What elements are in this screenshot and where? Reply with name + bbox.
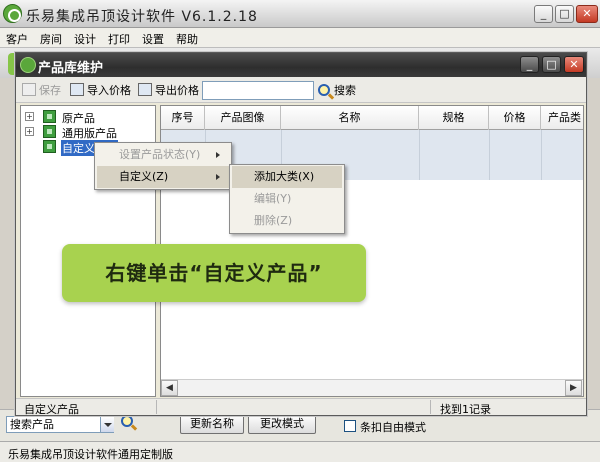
close-icon[interactable]: ✕ [576,5,598,23]
context-submenu: 添加大类(X) 编辑(Y) 删除(Z) [229,164,345,234]
scroll-left-icon[interactable]: ◀ [161,380,178,396]
menu-help[interactable]: 帮助 [176,31,198,47]
import-icon [70,83,84,96]
menu-customer[interactable]: 客户 [6,31,28,47]
expand-icon[interactable]: + [25,112,34,121]
dialog-logo-icon [20,57,36,73]
dialog-minimize-icon[interactable]: _ [520,56,539,73]
context-menu: 设置产品状态(Y) 自定义(Z) [94,142,232,190]
import-price-button[interactable]: 导入价格 [70,82,131,98]
menu-print[interactable]: 打印 [108,31,130,47]
export-icon [138,83,152,96]
submenu-arrow-icon [216,152,223,158]
instruction-callout: 右键单击“自定义产品” [62,244,366,302]
status-category: 自定义产品 [24,403,79,416]
search-input[interactable] [202,81,314,100]
folder-icon [43,125,56,138]
col-header-image[interactable]: 产品图像 [205,106,281,130]
grid-header: 序号 产品图像 名称 规格 价格 产品类 [161,106,583,130]
menu-item-set-status[interactable]: 设置产品状态(Y) [97,144,229,166]
col-header-index[interactable]: 序号 [161,106,205,130]
dialog-title-bar: 产品库维护 _ □ ✕ [16,53,586,77]
menu-item-custom[interactable]: 自定义(Z) [97,166,229,188]
col-header-price[interactable]: 价格 [489,106,541,130]
save-button[interactable]: 保存 [22,82,61,98]
maximize-icon[interactable]: □ [555,5,574,23]
main-title-bar: 乐易集成吊顶设计软件 V6.1.2.18 _ □ ✕ [0,0,600,28]
expand-icon[interactable]: + [25,127,34,136]
search-button[interactable]: 搜索 [318,82,356,98]
search-icon[interactable] [121,415,137,428]
menu-room[interactable]: 房间 [40,31,62,47]
folder-icon [43,110,56,123]
app-title: 乐易集成吊顶设计软件 V6.1.2.18 [26,9,258,25]
dialog-maximize-icon[interactable]: □ [542,56,561,73]
tree-item-original[interactable]: + 原产品 [25,110,145,125]
free-mode-label: 条扣自由模式 [360,421,426,434]
chevron-down-icon[interactable] [100,417,114,432]
product-library-dialog: 产品库维护 _ □ ✕ 保存 导入价格 导出价格 搜索 + 原产品 + 通用版产… [15,52,587,416]
product-search-combo[interactable]: 搜索产品 [6,416,114,433]
export-price-button[interactable]: 导出价格 [138,82,199,98]
rename-button[interactable]: 更新名称 [180,414,244,434]
dialog-status-bar: 自定义产品 找到1记录 [16,398,586,416]
main-status-bar: 乐易集成吊顶设计软件通用定制版 [0,441,600,462]
menu-item-delete[interactable]: 删除(Z) [232,210,342,232]
app-logo-icon [3,4,22,23]
change-mode-button[interactable]: 更改模式 [248,414,316,434]
menu-bar: 客户 房间 设计 打印 设置 帮助 [0,28,600,48]
horizontal-scrollbar[interactable]: ◀ ▶ [161,379,583,396]
col-header-name[interactable]: 名称 [281,106,419,130]
col-header-spec[interactable]: 规格 [419,106,489,130]
folder-icon [43,140,56,153]
tree-item-general[interactable]: + 通用版产品 [25,125,145,140]
save-icon [22,83,36,96]
dialog-close-icon[interactable]: ✕ [564,56,584,73]
free-mode-checkbox[interactable] [344,420,356,432]
scroll-right-icon[interactable]: ▶ [565,380,582,396]
minimize-icon[interactable]: _ [534,5,553,23]
menu-item-add-category[interactable]: 添加大类(X) [232,166,342,188]
menu-settings[interactable]: 设置 [142,31,164,47]
search-icon [318,84,330,96]
col-header-category[interactable]: 产品类 [541,106,583,130]
dialog-title: 产品库维护 [38,61,104,76]
submenu-arrow-icon [216,174,223,180]
menu-item-edit[interactable]: 编辑(Y) [232,188,342,210]
menu-design[interactable]: 设计 [74,31,96,47]
status-text: 乐易集成吊顶设计软件通用定制版 [8,448,173,461]
status-record-count: 找到1记录 [440,403,491,416]
